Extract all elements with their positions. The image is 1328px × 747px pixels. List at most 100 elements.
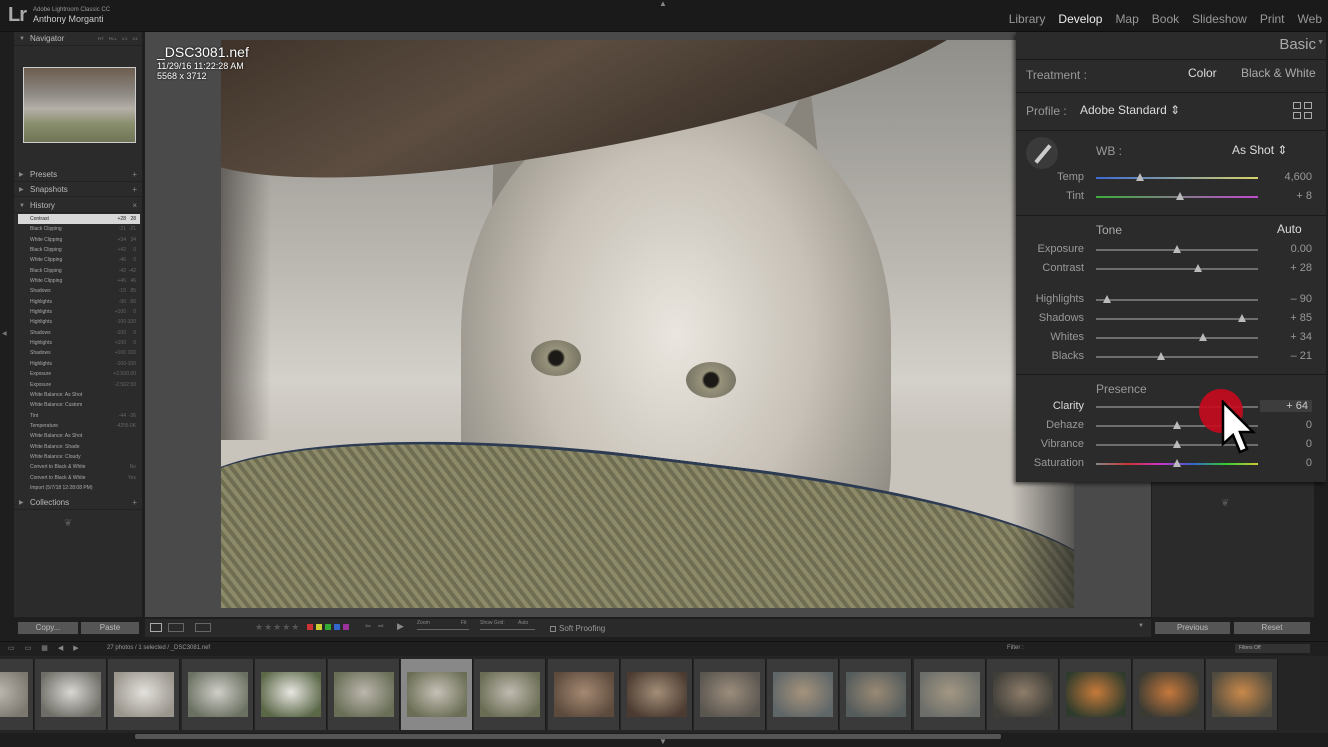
slider-value[interactable]: + 8 [1296, 190, 1312, 202]
profile-dropdown[interactable]: Adobe Standard ⇕ [1080, 103, 1180, 117]
user-name[interactable]: Anthony Morganti [33, 14, 104, 24]
reference-view-icon[interactable] [168, 623, 184, 632]
grid-slider[interactable] [480, 629, 535, 630]
navigator-zoom-option[interactable]: 3:1 [132, 32, 138, 46]
slider-value[interactable]: 0 [1306, 457, 1312, 469]
toolbar-menu-icon[interactable]: ▼ [1138, 623, 1144, 629]
filmstrip-thumbnail[interactable] [474, 659, 547, 730]
slider-thumb[interactable] [1173, 421, 1181, 429]
color-labels[interactable] [307, 624, 349, 630]
slider-thumb[interactable] [1173, 245, 1181, 253]
collapse-bottom-arrow-icon[interactable]: ▼ [659, 737, 667, 746]
grid-view-icon[interactable]: ▦ [41, 644, 48, 652]
navigator-header[interactable]: ▼ Navigator FIT FILL 1:1 3:1 [14, 32, 142, 46]
history-item[interactable]: Import (5/7/18 12:28:08 PM) [18, 483, 140, 493]
slider-value[interactable]: + 64 [1260, 400, 1312, 412]
paste-settings-button[interactable]: Paste [81, 622, 139, 634]
slider-track[interactable] [1096, 318, 1258, 320]
slider-highlights[interactable]: Highlights – 90 [1016, 292, 1326, 308]
slider-thumb[interactable] [1198, 333, 1207, 341]
collections-header[interactable]: ▶ Collections + [14, 496, 142, 510]
history-item[interactable]: Temperature -425 5.0K [18, 421, 140, 431]
history-item[interactable]: Highlights +100 0 [18, 338, 140, 348]
history-item[interactable]: Highlights -90 -90 [18, 297, 140, 307]
slider-tint[interactable]: Tint + 8 [1016, 189, 1326, 205]
slider-vibrance[interactable]: Vibrance 0 [1016, 437, 1326, 453]
photo-lynx[interactable] [221, 40, 1074, 608]
filmstrip-thumbnail[interactable] [35, 659, 108, 730]
color-label-swatch[interactable] [325, 624, 331, 630]
history-item[interactable]: White Balance: Shade [18, 442, 140, 452]
color-label-swatch[interactable] [316, 624, 322, 630]
slider-value[interactable]: 4,600 [1284, 171, 1312, 183]
loupe-view-icon[interactable] [150, 623, 162, 632]
filmstrip-thumbnail[interactable] [547, 659, 620, 730]
add-collection-icon[interactable]: + [132, 496, 137, 510]
profile-browser-icon[interactable] [1293, 102, 1313, 120]
filmstrip-thumbnail[interactable] [0, 659, 34, 730]
history-item[interactable]: White Balance: As Shot [18, 390, 140, 400]
filmstrip-thumbnail[interactable] [401, 659, 474, 730]
history-item[interactable]: Convert to Black & White Yes [18, 473, 140, 483]
history-item[interactable]: Exposure +2.50 0.00 [18, 369, 140, 379]
treatment-bw-option[interactable]: Black & White [1241, 66, 1316, 80]
filmstrip-thumbnail[interactable] [767, 659, 840, 730]
history-item[interactable]: Black Clipping -42 -42 [18, 266, 140, 276]
slider-thumb[interactable] [1237, 314, 1246, 322]
forward-arrow-icon[interactable]: ▶ [73, 644, 78, 652]
previous-settings-button[interactable]: Previous [1155, 622, 1230, 634]
slider-track[interactable] [1096, 268, 1258, 270]
back-arrow-icon[interactable]: ◀ [58, 644, 63, 652]
module-book[interactable]: Book [1152, 12, 1179, 26]
module-develop[interactable]: Develop [1058, 12, 1102, 26]
slider-thumb[interactable] [1135, 173, 1144, 181]
reset-button[interactable]: Reset [1234, 622, 1310, 634]
slider-dehaze[interactable]: Dehaze 0 [1016, 418, 1326, 434]
history-item[interactable]: White Balance: Cloudy [18, 452, 140, 462]
main-window-icon[interactable]: ▭ [8, 644, 15, 652]
history-item[interactable]: Shadows -100 0 [18, 328, 140, 338]
slider-thumb[interactable] [1176, 192, 1185, 200]
soft-proofing-checkbox[interactable]: Soft Proofing [550, 624, 605, 633]
slider-value[interactable]: – 90 [1291, 293, 1312, 305]
show-grid-dropdown[interactable]: Auto [518, 620, 528, 626]
history-item[interactable]: Tint -44 -36 [18, 411, 140, 421]
slider-value[interactable]: 0 [1306, 419, 1312, 431]
slider-value[interactable]: 0 [1306, 438, 1312, 450]
slider-value[interactable]: + 85 [1290, 312, 1312, 324]
add-preset-icon[interactable]: + [132, 168, 137, 182]
collapse-triangle-icon[interactable]: ▼ [1317, 39, 1324, 46]
filmstrip-thumbnail[interactable] [694, 659, 766, 730]
next-photo-arrow-icon[interactable]: ⇨ [378, 622, 384, 630]
filmstrip-info[interactable]: 27 photos / 1 selected / _DSC3081.nef [107, 645, 210, 651]
slider-track[interactable] [1096, 337, 1258, 339]
filmstrip-thumbnail[interactable] [1133, 659, 1206, 730]
history-item[interactable]: White Balance: Custom [18, 400, 140, 410]
slider-track[interactable] [1096, 356, 1258, 358]
slider-value[interactable]: + 34 [1290, 331, 1312, 343]
auto-tone-button[interactable]: Auto [1277, 222, 1302, 236]
color-label-swatch[interactable] [343, 624, 349, 630]
filmstrip-thumbnail[interactable] [108, 659, 181, 730]
add-snapshot-icon[interactable]: + [132, 183, 137, 197]
color-label-swatch[interactable] [334, 624, 340, 630]
module-web[interactable]: Web [1298, 12, 1322, 26]
slider-whites[interactable]: Whites + 34 [1016, 330, 1326, 346]
slider-shadows[interactable]: Shadows + 85 [1016, 311, 1326, 327]
filmstrip-thumbnail[interactable] [254, 659, 327, 730]
slider-blacks[interactable]: Blacks – 21 [1016, 349, 1326, 365]
zoom-slider[interactable] [417, 629, 469, 630]
left-panel-toggle-icon[interactable]: ◀ [2, 330, 7, 337]
history-item[interactable]: White Clipping +34 34 [18, 235, 140, 245]
history-item[interactable]: Convert to Black & White No [18, 462, 140, 472]
history-item[interactable]: Shadows +100 100 [18, 348, 140, 358]
slider-value[interactable]: 0.00 [1291, 243, 1312, 255]
color-label-swatch[interactable] [307, 624, 313, 630]
history-item[interactable]: White Clipping -46 0 [18, 255, 140, 265]
second-window-icon[interactable]: ▭ [25, 644, 32, 652]
history-item[interactable]: White Clipping +46 46 [18, 276, 140, 286]
history-item[interactable]: Contrast +28 28 [18, 214, 140, 225]
wb-dropdown[interactable]: As Shot ⇕ [1232, 143, 1287, 157]
navigator-zoom-option[interactable]: 1:1 [122, 32, 128, 46]
navigator-zoom-option[interactable]: FIT [98, 32, 104, 46]
